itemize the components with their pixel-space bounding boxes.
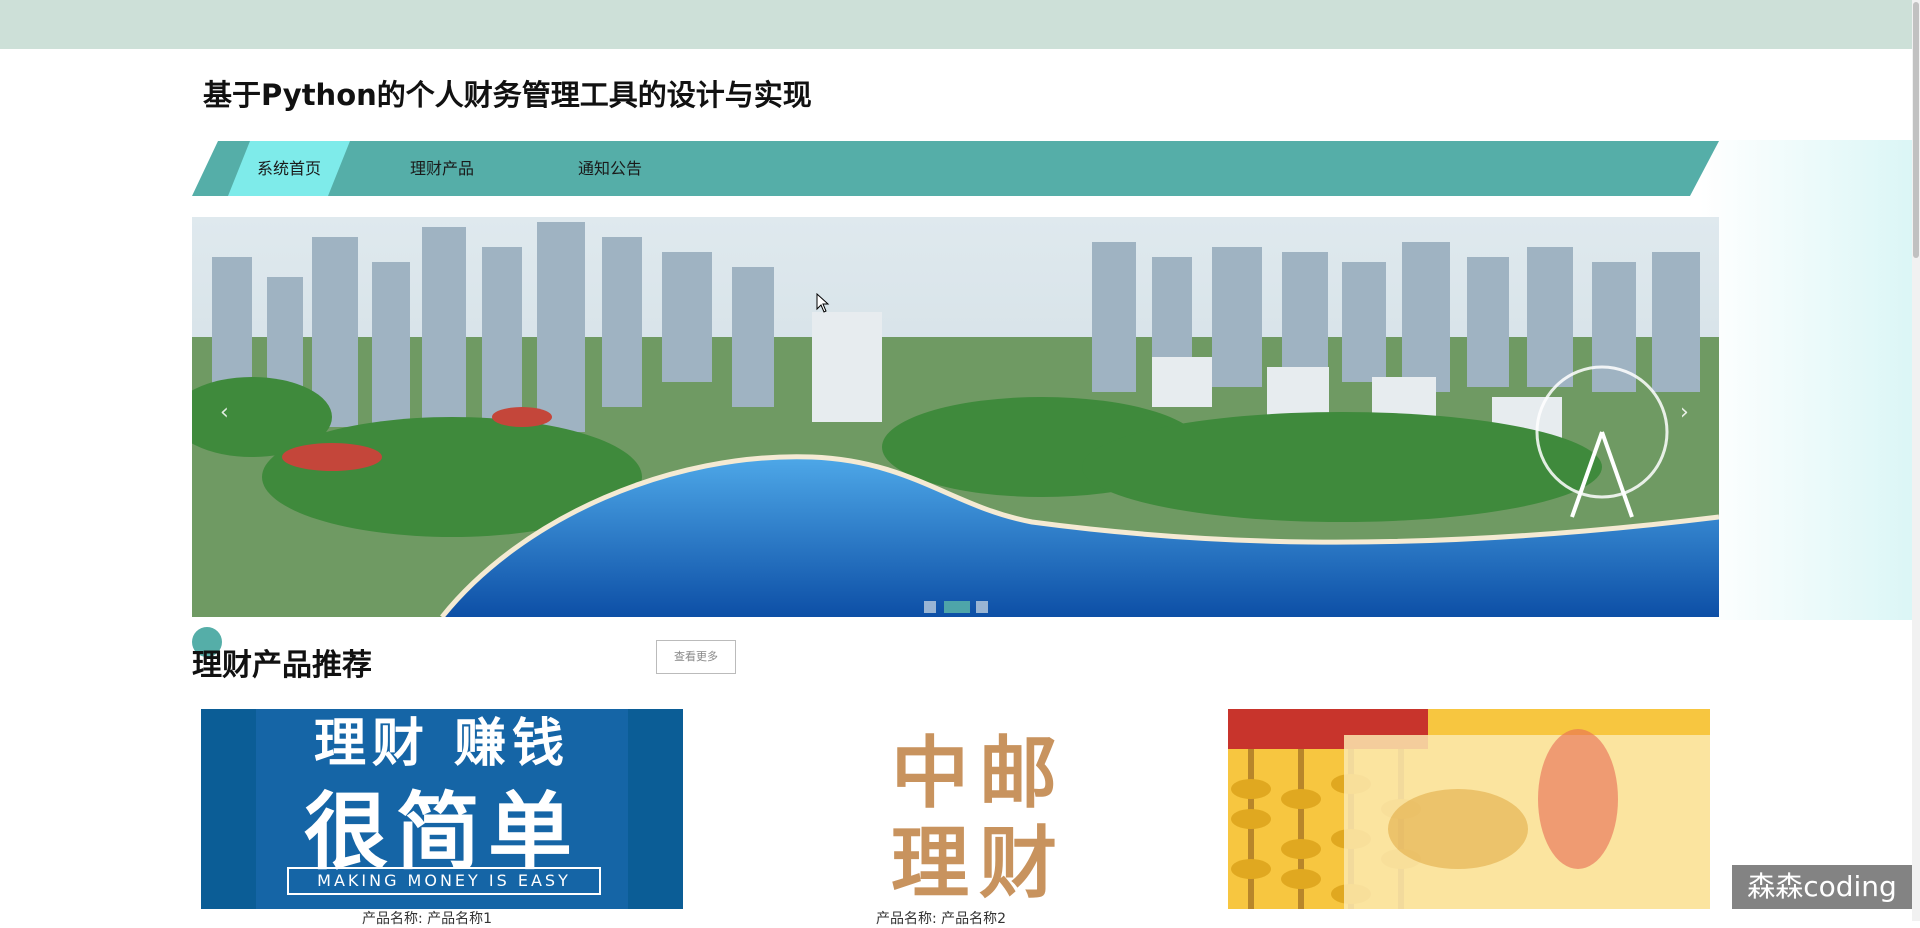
- nav-item-products[interactable]: 理财产品: [410, 141, 474, 196]
- hero-carousel[interactable]: [192, 217, 1719, 617]
- carousel-dot-1[interactable]: [924, 601, 936, 613]
- product-image-3: [1228, 709, 1710, 909]
- nav-item-home[interactable]: 系统首页: [228, 141, 350, 196]
- background-decoration: [1700, 140, 1912, 620]
- main-nav: 系统首页 理财产品 通知公告: [192, 141, 1719, 196]
- scrollbar-thumb[interactable]: [1913, 2, 1919, 258]
- chevron-right-icon[interactable]: ›: [1680, 400, 1689, 425]
- banner-image: [192, 217, 1719, 617]
- page-scrollbar[interactable]: [1912, 0, 1920, 921]
- section-title: 理财产品推荐: [192, 648, 372, 683]
- carousel-dot-3[interactable]: [976, 601, 988, 613]
- product-card-2[interactable]: 中邮 理财: [738, 709, 1220, 909]
- product-card-3[interactable]: [1228, 709, 1710, 909]
- watermark: 森森coding: [1732, 865, 1912, 909]
- carousel-dot-2[interactable]: [944, 601, 970, 613]
- product-image-text: 理财: [890, 819, 1067, 909]
- product-card-1[interactable]: 理财 赚钱 很简单 MAKING MONEY IS EASY: [201, 709, 683, 909]
- mouse-cursor-icon: [816, 293, 830, 313]
- chevron-left-icon[interactable]: ‹: [220, 400, 229, 425]
- product-image-text: MAKING MONEY IS EASY: [287, 867, 601, 895]
- browser-top-bar: [0, 0, 1912, 49]
- nav-item-notices[interactable]: 通知公告: [578, 141, 642, 196]
- product-caption-2: 产品名称: 产品名称2: [876, 911, 1007, 927]
- product-caption-1: 产品名称: 产品名称1: [362, 911, 493, 927]
- view-more-button[interactable]: 查看更多: [656, 640, 736, 674]
- site-title: 基于Python的个人财务管理工具的设计与实现: [203, 78, 812, 112]
